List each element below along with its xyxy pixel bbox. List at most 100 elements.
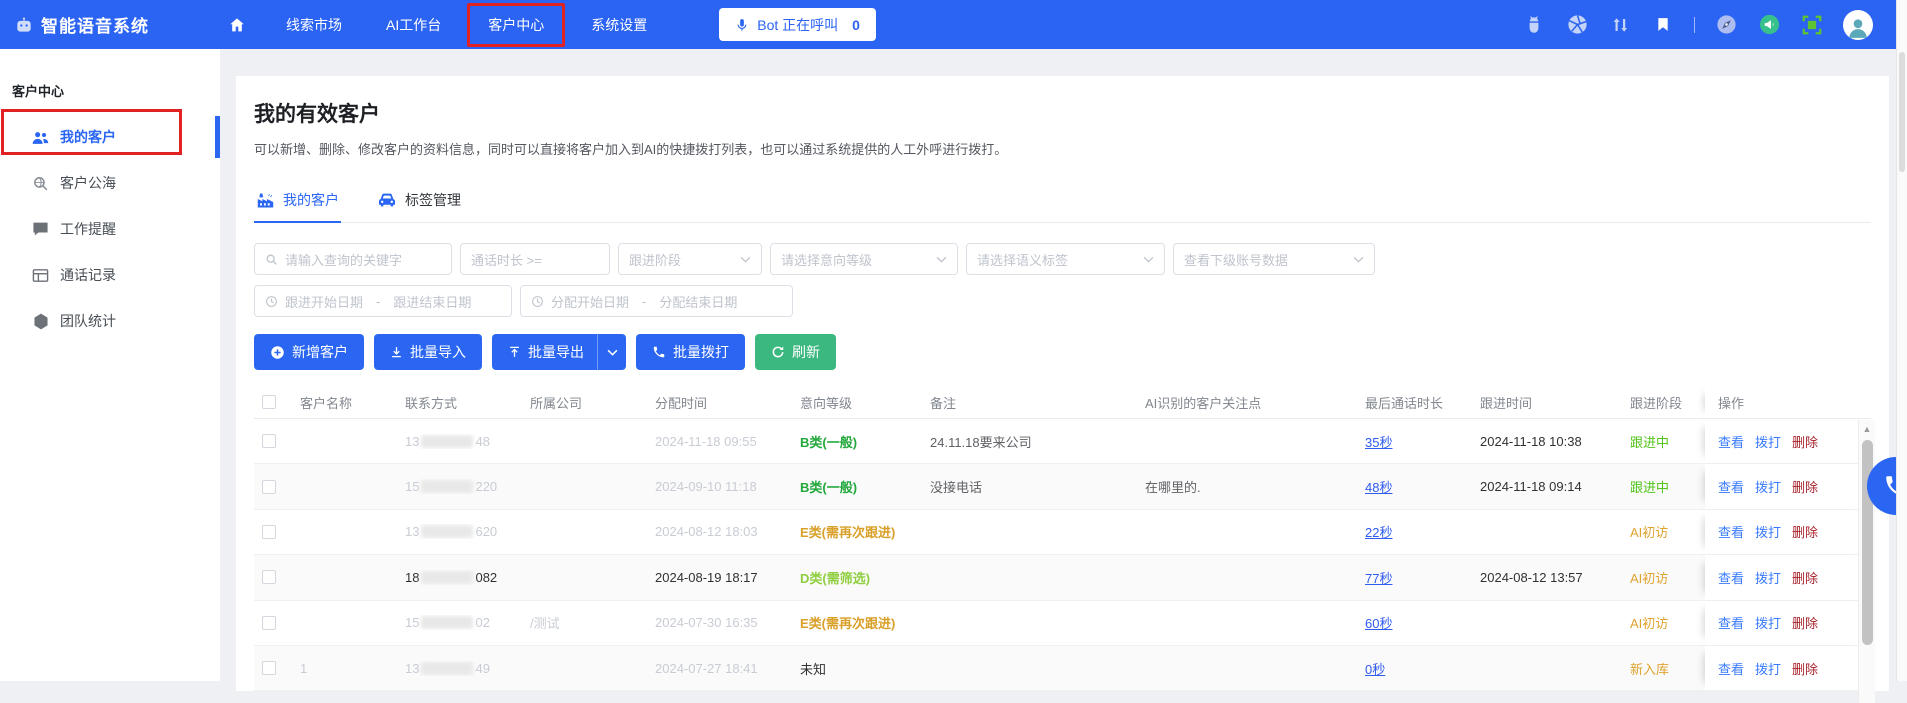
dial-link[interactable]: 拨打 bbox=[1755, 432, 1781, 451]
delete-link[interactable]: 删除 bbox=[1792, 568, 1818, 587]
cell-phone: 1502 bbox=[405, 615, 530, 630]
compass-icon[interactable] bbox=[1714, 13, 1738, 37]
col-remark: 备注 bbox=[930, 393, 1145, 412]
bulk-dial-button[interactable]: 批量拨打 bbox=[636, 334, 745, 370]
redacted-blur bbox=[421, 616, 473, 629]
row-checkbox[interactable] bbox=[262, 480, 276, 494]
bulk-import-button[interactable]: 批量导入 bbox=[374, 334, 482, 370]
user-avatar[interactable] bbox=[1843, 10, 1873, 40]
duration-link[interactable]: 48秒 bbox=[1365, 480, 1392, 495]
bookmark-icon[interactable] bbox=[1651, 13, 1675, 37]
clock-icon bbox=[531, 295, 544, 308]
date-start-placeholder: 跟进开始日期 bbox=[285, 292, 363, 311]
filter-row-2: 跟进开始日期 - 跟进结束日期 分配开始日期 - 分配结束日期 bbox=[254, 285, 1871, 317]
redacted-blur bbox=[421, 571, 473, 584]
nav-item-system-settings[interactable]: 系统设置 bbox=[573, 6, 665, 44]
duration-link[interactable]: 22秒 bbox=[1365, 525, 1392, 540]
row-checkbox[interactable] bbox=[262, 525, 276, 539]
app-title: 智能语音系统 bbox=[41, 12, 149, 37]
sidebar-item-label: 工作提醒 bbox=[60, 219, 116, 239]
robot-icon[interactable] bbox=[1522, 13, 1546, 37]
export-dropdown-toggle[interactable] bbox=[597, 334, 626, 370]
delete-link[interactable]: 删除 bbox=[1792, 477, 1818, 496]
delete-link[interactable]: 删除 bbox=[1792, 613, 1818, 632]
sidebar-item-label: 通话记录 bbox=[60, 265, 116, 285]
tab-my-customers[interactable]: 我的客户 bbox=[254, 182, 341, 222]
call-duration-input[interactable]: 通话时长 >= bbox=[460, 243, 610, 275]
sidebar-item-team-stats[interactable]: 团队统计 bbox=[0, 298, 220, 344]
delete-link[interactable]: 删除 bbox=[1792, 659, 1818, 678]
row-checkbox[interactable] bbox=[262, 616, 276, 630]
date-start-placeholder: 分配开始日期 bbox=[551, 292, 629, 311]
page-scrollbar-thumb[interactable] bbox=[1899, 52, 1905, 172]
table-scrollbar[interactable]: ▲ bbox=[1858, 420, 1875, 703]
sidebar: 客户中心 我的客户 客户公海 工作提醒 通话记录 团队统计 bbox=[0, 49, 220, 681]
mic-icon bbox=[735, 17, 749, 33]
keyword-search-input[interactable]: 请输入查询的关键字 bbox=[254, 243, 452, 275]
delete-link[interactable]: 删除 bbox=[1792, 432, 1818, 451]
sub-account-select[interactable]: 查看下级账号数据 bbox=[1173, 243, 1375, 275]
follow-date-range-picker[interactable]: 跟进开始日期 - 跟进结束日期 bbox=[254, 285, 512, 317]
top-navbar: 智能语音系统 线索市场 AI工作台 客户中心 系统设置 Bot 正在呼叫 0 bbox=[0, 0, 1907, 49]
page-scrollbar[interactable] bbox=[1896, 0, 1907, 681]
button-label: 批量导入 bbox=[410, 342, 466, 362]
clock-icon bbox=[265, 295, 278, 308]
cell-assign-time: 2024-08-19 18:17 bbox=[655, 570, 800, 585]
dial-link[interactable]: 拨打 bbox=[1755, 477, 1781, 496]
sort-arrows-icon[interactable] bbox=[1608, 13, 1632, 37]
dial-link[interactable]: 拨打 bbox=[1755, 522, 1781, 541]
dial-link[interactable]: 拨打 bbox=[1755, 659, 1781, 678]
sidebar-item-public-pool[interactable]: 客户公海 bbox=[0, 160, 220, 206]
sidebar-item-label: 团队统计 bbox=[60, 311, 116, 331]
view-link[interactable]: 查看 bbox=[1718, 659, 1744, 678]
bot-calling-button[interactable]: Bot 正在呼叫 0 bbox=[719, 8, 876, 41]
row-checkbox[interactable] bbox=[262, 570, 276, 584]
nav-item-customer-center[interactable]: 客户中心 bbox=[467, 3, 565, 47]
view-link[interactable]: 查看 bbox=[1718, 613, 1744, 632]
sidebar-item-work-reminder[interactable]: 工作提醒 bbox=[0, 206, 220, 252]
refresh-button[interactable]: 刷新 bbox=[755, 334, 836, 370]
dial-link[interactable]: 拨打 bbox=[1755, 613, 1781, 632]
table-row: 1348 2024-11-18 09:55 B类(一般) 24.11.18要来公… bbox=[254, 419, 1871, 464]
view-link[interactable]: 查看 bbox=[1718, 568, 1744, 587]
table-row: 1502 /测试 2024-07-30 16:35 E类(需再次跟进) 60秒 … bbox=[254, 601, 1871, 646]
car-icon bbox=[377, 192, 397, 208]
bot-call-count: 0 bbox=[852, 17, 860, 33]
dial-link[interactable]: 拨打 bbox=[1755, 568, 1781, 587]
col-ai-focus: AI识别的客户关注点 bbox=[1145, 393, 1365, 412]
delete-link[interactable]: 删除 bbox=[1792, 522, 1818, 541]
select-all-checkbox[interactable] bbox=[262, 395, 276, 409]
bulk-export-button[interactable]: 批量导出 bbox=[492, 334, 597, 370]
view-link[interactable]: 查看 bbox=[1718, 432, 1744, 451]
search-icon bbox=[265, 253, 278, 266]
table-row: 18082 2024-08-19 18:17 D类(需筛选) 77秒 2024-… bbox=[254, 555, 1871, 600]
app-logo: 智能语音系统 bbox=[14, 12, 214, 37]
screenshot-icon[interactable] bbox=[1800, 13, 1824, 37]
duration-link[interactable]: 0秒 bbox=[1365, 662, 1385, 677]
scroll-up-arrow[interactable]: ▲ bbox=[1863, 424, 1872, 434]
duration-link[interactable]: 35秒 bbox=[1365, 435, 1392, 450]
duration-link[interactable]: 77秒 bbox=[1365, 571, 1392, 586]
tab-tag-management[interactable]: 标签管理 bbox=[375, 182, 463, 222]
chat-bubble-icon bbox=[32, 221, 49, 238]
duration-link[interactable]: 60秒 bbox=[1365, 616, 1392, 631]
button-label: 刷新 bbox=[792, 342, 820, 362]
cell-stage: AI初访 bbox=[1630, 613, 1705, 632]
nav-item-leads[interactable]: 线索市场 bbox=[268, 6, 360, 44]
view-link[interactable]: 查看 bbox=[1718, 522, 1744, 541]
semantic-tag-select[interactable]: 请选择语义标签 bbox=[966, 243, 1165, 275]
row-checkbox[interactable] bbox=[262, 661, 276, 675]
follow-stage-select[interactable]: 跟进阶段 bbox=[618, 243, 762, 275]
view-link[interactable]: 查看 bbox=[1718, 477, 1744, 496]
assign-date-range-picker[interactable]: 分配开始日期 - 分配结束日期 bbox=[520, 285, 793, 317]
aperture-icon[interactable] bbox=[1565, 13, 1589, 37]
intent-level-select[interactable]: 请选择意向等级 bbox=[770, 243, 958, 275]
row-checkbox[interactable] bbox=[262, 434, 276, 448]
sidebar-item-my-customers[interactable]: 我的客户 bbox=[0, 114, 220, 160]
sidebar-item-call-records[interactable]: 通话记录 bbox=[0, 252, 220, 298]
home-icon[interactable] bbox=[214, 10, 260, 40]
megaphone-icon[interactable] bbox=[1757, 13, 1781, 37]
add-customer-button[interactable]: 新增客户 bbox=[254, 334, 364, 370]
nav-item-ai-workbench[interactable]: AI工作台 bbox=[368, 6, 459, 44]
select-placeholder: 请选择意向等级 bbox=[781, 250, 929, 269]
